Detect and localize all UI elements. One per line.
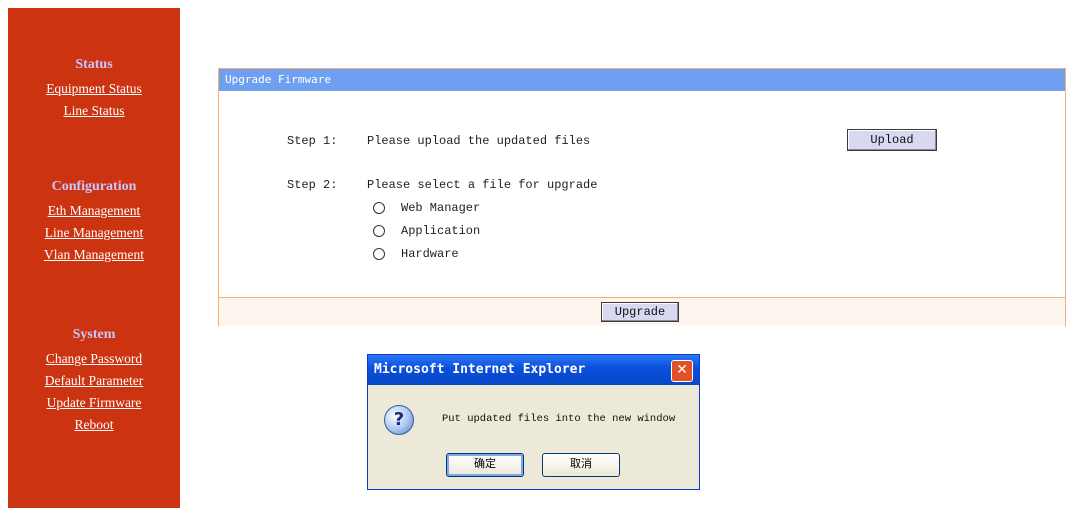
step2-label: Step 2:: [287, 178, 338, 192]
dialog-titlebar[interactable]: Microsoft Internet Explorer ✕: [368, 355, 699, 385]
step1-label: Step 1:: [287, 134, 338, 148]
option-label-web-manager: Web Manager: [401, 201, 481, 215]
cancel-button[interactable]: 取消: [542, 453, 620, 477]
sidebar-link-vlan-management[interactable]: Vlan Management: [8, 244, 180, 266]
sidebar-link-default-parameter[interactable]: Default Parameter: [8, 370, 180, 392]
sidebar-link-line-status[interactable]: Line Status: [8, 100, 180, 122]
close-icon[interactable]: ✕: [671, 360, 693, 382]
question-icon: ?: [384, 405, 414, 435]
upload-button[interactable]: Upload: [847, 129, 937, 151]
ok-button[interactable]: 确定: [446, 453, 524, 477]
alert-dialog: Microsoft Internet Explorer ✕ ? Put upda…: [367, 354, 700, 490]
option-web-manager[interactable]: Web Manager: [373, 200, 480, 216]
sidebar-link-update-firmware[interactable]: Update Firmware: [8, 392, 180, 414]
sidebar-heading-status: Status: [75, 57, 113, 72]
option-hardware[interactable]: Hardware: [373, 246, 459, 262]
upgrade-firmware-panel: Upgrade Firmware Step 1: Please upload t…: [218, 68, 1066, 326]
sidebar-heading-configuration: Configuration: [51, 179, 137, 194]
option-label-hardware: Hardware: [401, 247, 459, 261]
sidebar-link-line-management[interactable]: Line Management: [8, 222, 180, 244]
option-label-application: Application: [401, 224, 481, 238]
radio-application[interactable]: [373, 225, 385, 237]
sidebar-heading-system: System: [72, 327, 116, 342]
sidebar-link-equipment-status[interactable]: Equipment Status: [8, 78, 180, 100]
sidebar: Status Equipment Status Line Status Conf…: [8, 8, 180, 508]
dialog-message: Put updated files into the new window: [442, 413, 676, 425]
sidebar-section-status: Status Equipment Status Line Status: [8, 56, 180, 122]
panel-title: Upgrade Firmware: [219, 69, 1065, 91]
radio-web-manager[interactable]: [373, 202, 385, 214]
step2-text: Please select a file for upgrade: [367, 178, 598, 192]
panel-footer: Upgrade: [219, 297, 1065, 326]
radio-hardware[interactable]: [373, 248, 385, 260]
sidebar-link-reboot[interactable]: Reboot: [8, 414, 180, 436]
sidebar-link-eth-management[interactable]: Eth Management: [8, 200, 180, 222]
upgrade-button[interactable]: Upgrade: [601, 302, 679, 322]
sidebar-section-system: System Change Password Default Parameter…: [8, 326, 180, 436]
sidebar-link-change-password[interactable]: Change Password: [8, 348, 180, 370]
dialog-title: Microsoft Internet Explorer: [374, 362, 586, 377]
step1-text: Please upload the updated files: [367, 134, 591, 148]
sidebar-section-configuration: Configuration Eth Management Line Manage…: [8, 178, 180, 266]
option-application[interactable]: Application: [373, 223, 480, 239]
